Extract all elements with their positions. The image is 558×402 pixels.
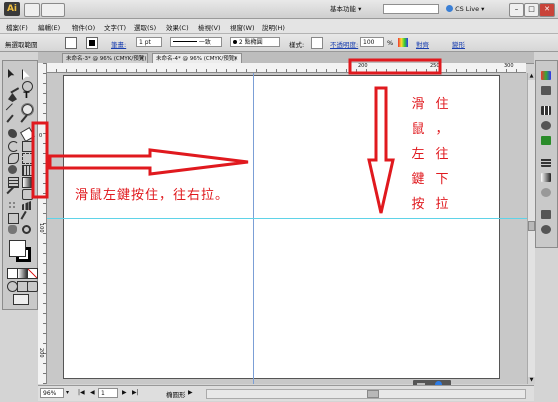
fill-color-box[interactable] — [9, 240, 26, 257]
top-ruler-highlight — [348, 58, 442, 75]
vertical-char: 按 — [411, 197, 425, 212]
scroll-down-arrow[interactable]: ▼ — [528, 377, 535, 384]
page-number-field[interactable]: 1 — [98, 388, 118, 398]
right-arrow — [48, 148, 249, 176]
vertical-char: 住 — [435, 97, 449, 112]
first-page-icon[interactable]: |◀ — [78, 389, 85, 396]
vertical-char: 往 — [435, 147, 449, 162]
last-page-icon[interactable]: ▶| — [132, 389, 139, 396]
vertical-char: 左 — [411, 147, 425, 162]
drag-right-instruction: 滑鼠左鍵按住，往右拉。 — [75, 188, 230, 203]
scroll-up-arrow[interactable]: ▲ — [528, 73, 535, 80]
vertical-char: ， — [435, 122, 449, 137]
status-bar: 96% ▾ |◀ ◀ 1 ▶ ▶| 橢圓形 ▶ — [38, 385, 534, 401]
h-scroll-thumb[interactable] — [367, 390, 379, 398]
vertical-char: 鍵 — [411, 172, 425, 187]
next-page-icon[interactable]: ▶ — [122, 389, 127, 396]
down-arrow — [367, 86, 395, 214]
left-ruler-highlight — [31, 121, 49, 199]
zoom-dropdown-icon[interactable]: ▾ — [66, 389, 69, 396]
vertical-scrollbar[interactable]: ▲ ▼ — [527, 73, 535, 384]
drag-down-col-1: 滑 鼠 左 鍵 按 — [410, 92, 426, 217]
vertical-char: 下 — [435, 172, 449, 187]
status-menu-icon[interactable]: ▶ — [188, 389, 193, 396]
scroll-thumb[interactable] — [528, 221, 535, 231]
vertical-char: 滑 — [411, 97, 425, 112]
prev-page-icon[interactable]: ◀ — [90, 389, 95, 396]
horizontal-scrollbar[interactable] — [206, 389, 526, 399]
drag-down-col-2: 住 ， 往 下 拉 — [434, 92, 450, 217]
zoom-level-field[interactable]: 96% — [40, 388, 64, 398]
vertical-char: 鼠 — [411, 122, 425, 137]
current-tool-label: 橢圓形 — [166, 391, 186, 399]
vertical-char: 拉 — [435, 197, 449, 212]
